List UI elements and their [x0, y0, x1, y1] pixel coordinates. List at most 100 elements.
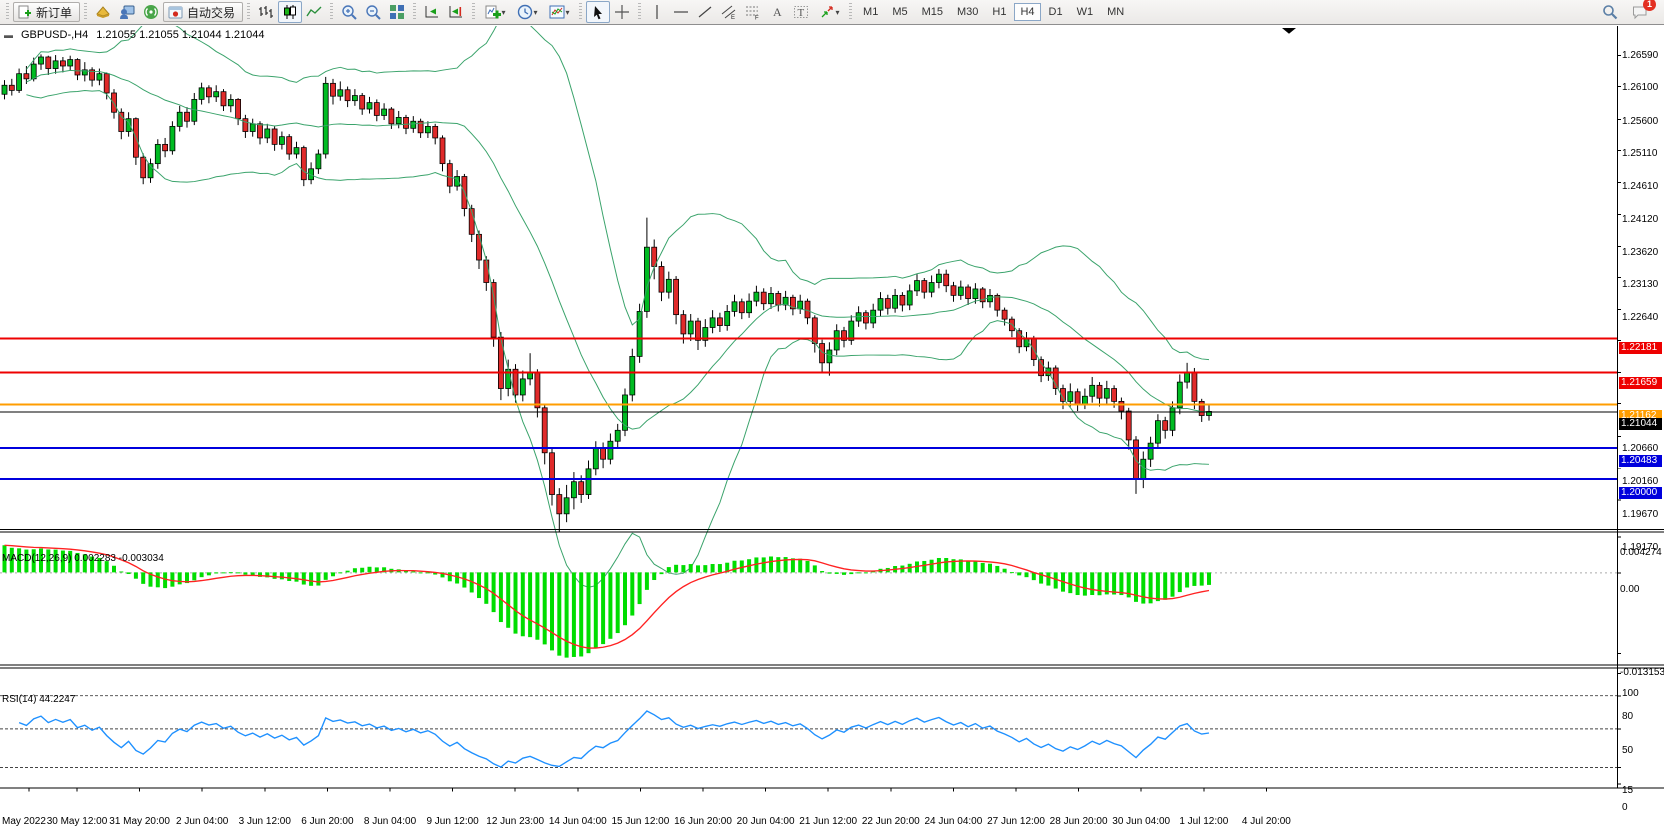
macd-histogram-bar [535, 572, 539, 639]
candlestick-chart-button[interactable] [278, 1, 302, 23]
cursor-tool-button[interactable] [586, 1, 610, 23]
macd-histogram-bar [156, 572, 160, 587]
candle-body [491, 283, 496, 338]
macd-histogram-bar [236, 572, 240, 573]
text-tool-button[interactable]: A [765, 1, 789, 23]
candle-body [199, 88, 204, 100]
macd-histogram-bar [419, 572, 423, 573]
macd-histogram-bar [1017, 572, 1021, 575]
toolbar-grip [330, 3, 333, 21]
timeframe-h1-button[interactable]: H1 [986, 3, 1012, 21]
templates-icon [549, 4, 565, 20]
candle-body [1002, 310, 1007, 319]
chevron-down-icon: ▾ [502, 8, 506, 17]
candle-body [477, 234, 482, 260]
chart-shift-button[interactable] [444, 1, 468, 23]
candle-body [382, 109, 387, 115]
timeframe-h4-button[interactable]: H4 [1014, 3, 1040, 21]
macd-histogram-bar [776, 557, 780, 572]
search-button[interactable] [1598, 1, 1622, 23]
horizontal-line-tool-button[interactable] [669, 1, 693, 23]
candle-body [593, 448, 598, 469]
candle-body [2, 85, 7, 94]
candle-body [863, 313, 868, 323]
candle-body [1126, 411, 1131, 440]
chart-canvas[interactable] [0, 26, 1664, 832]
auto-trading-button[interactable]: 自动交易 [163, 2, 243, 22]
macd-histogram-bar [608, 572, 612, 638]
notifications-button[interactable]: 1 [1628, 1, 1652, 23]
macd-histogram-bar [601, 572, 605, 644]
macd-histogram-bar [930, 560, 934, 573]
new-order-button[interactable]: 新订单 [13, 2, 80, 22]
macd-histogram-bar [1119, 572, 1123, 595]
macd-histogram-bar [360, 568, 364, 573]
toolbar-grip [849, 3, 852, 21]
line-chart-button[interactable] [302, 1, 326, 23]
candle-body [659, 266, 664, 292]
candle-body [60, 61, 65, 66]
timeframe-w1-button[interactable]: W1 [1071, 3, 1100, 21]
candle-body [352, 96, 357, 101]
timeframe-mn-button[interactable]: MN [1101, 3, 1130, 21]
search-icon [1602, 4, 1618, 20]
signals-button[interactable] [139, 1, 163, 23]
periods-button[interactable]: ▾ [511, 1, 543, 23]
macd-histogram-bar [616, 572, 620, 633]
timeframe-m30-button[interactable]: M30 [951, 3, 984, 21]
templates-button[interactable]: ▾ [543, 1, 575, 23]
time-axis-label: 8 Jun 04:00 [355, 816, 425, 828]
macd-axis-label: 0.004274 [1620, 547, 1662, 559]
indicators-button[interactable]: ▾ [479, 1, 511, 23]
crosshair-tool-button[interactable] [610, 1, 634, 23]
svg-text:T: T [798, 7, 805, 19]
metaeditor-button[interactable] [91, 1, 115, 23]
rsi-line [19, 711, 1209, 767]
macd-histogram-bar [813, 565, 817, 572]
macd-histogram-bar [922, 561, 926, 572]
macd-histogram-bar [141, 572, 145, 583]
candle-body [528, 372, 533, 378]
arrows-tool-button[interactable]: ▾ [813, 1, 845, 23]
candle-body [112, 93, 117, 112]
timeframe-m15-button[interactable]: M15 [916, 3, 949, 21]
timeframe-toolbar: M1M5M15M30H1H4D1W1MN [856, 3, 1131, 21]
candle-body [316, 154, 321, 169]
candle-body [177, 112, 182, 126]
candle-body [834, 331, 839, 350]
candle-body [374, 103, 379, 116]
macd-histogram-bar [302, 572, 306, 584]
terminal-button[interactable] [115, 1, 139, 23]
candle-body [331, 83, 336, 96]
candle-body [885, 299, 890, 309]
vertical-line-tool-button[interactable] [645, 1, 669, 23]
macd-histogram-bar [1010, 572, 1014, 573]
auto-scroll-button[interactable] [420, 1, 444, 23]
candle-body [564, 498, 569, 514]
candle-body [53, 61, 58, 69]
price-tick-label: 1.26100 [1622, 82, 1658, 94]
rsi-axis-label: 100 [1622, 688, 1639, 700]
candle-body [24, 74, 29, 79]
candle-body [717, 318, 722, 326]
macd-histogram-bar [316, 572, 320, 585]
macd-histogram-bar [696, 565, 700, 572]
candle-body [608, 441, 613, 459]
trendline-tool-button[interactable] [693, 1, 717, 23]
timeframe-m1-button[interactable]: M1 [857, 3, 884, 21]
zoom-in-button[interactable] [337, 1, 361, 23]
fibonacci-tool-button[interactable]: F [741, 1, 765, 23]
timeframe-m5-button[interactable]: M5 [886, 3, 913, 21]
tile-windows-button[interactable] [385, 1, 409, 23]
text-label-icon: T [793, 4, 809, 20]
bar-chart-button[interactable] [254, 1, 278, 23]
macd-histogram-bar [543, 572, 547, 644]
macd-histogram-bar [565, 572, 569, 657]
macd-histogram-bar [448, 572, 452, 581]
zoom-out-button[interactable] [361, 1, 385, 23]
macd-histogram-bar [1025, 572, 1029, 577]
label-tool-button[interactable]: T [789, 1, 813, 23]
timeframe-d1-button[interactable]: D1 [1043, 3, 1069, 21]
channel-tool-button[interactable]: E [717, 1, 741, 23]
macd-histogram-bar [769, 556, 773, 572]
